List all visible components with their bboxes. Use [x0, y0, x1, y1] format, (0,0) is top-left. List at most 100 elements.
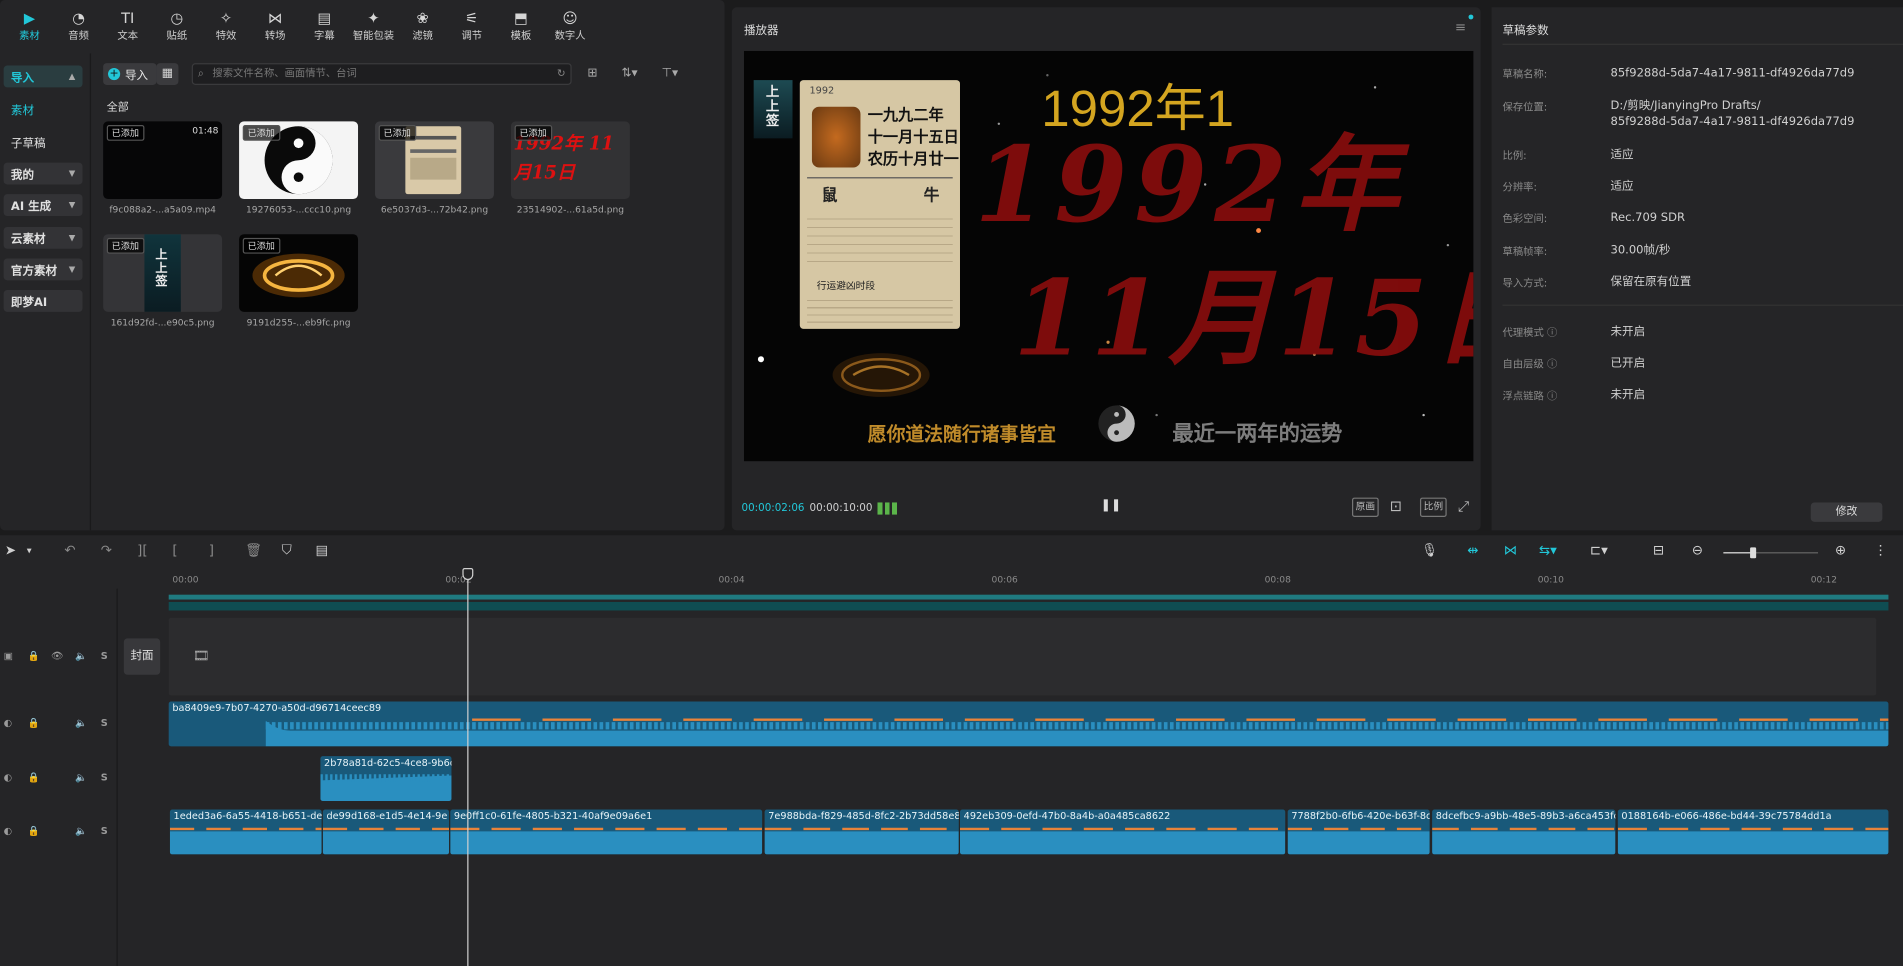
zoom-out-icon[interactable]: ⊖	[1692, 543, 1703, 559]
sidebar-item-material[interactable]: 素材	[4, 98, 83, 120]
media-item[interactable]: 已添加 01:48 f9c088a2-...a5a09.mp4	[103, 121, 223, 215]
trim-right-icon[interactable]: ]	[209, 543, 214, 559]
time-ruler[interactable]: 00:00 00:02 00:04 00:06 00:08 00:10 00:1…	[169, 569, 1903, 588]
audio-clip[interactable]: 9e0ff1c0-61fe-4805-b321-40af9e09a6e1	[450, 809, 763, 855]
sidebar-item-cloud[interactable]: 云素材 ▼	[3, 226, 83, 249]
delete-icon[interactable]: 🗑	[245, 543, 262, 559]
audio-clip[interactable]: 1eded3a6-6a55-4418-b651-de	[169, 809, 322, 855]
info-icon[interactable]: ⓘ	[1547, 328, 1557, 340]
volume-icon[interactable]: 🔈	[75, 772, 87, 783]
grid-view-button[interactable]: ▦	[156, 63, 179, 85]
volume-icon[interactable]: 🔈	[75, 717, 87, 728]
fit-icon[interactable]: ⊟	[1653, 543, 1664, 559]
sort-icon[interactable]: ⇅▾	[621, 63, 637, 85]
audio-clip[interactable]: de99d168-e1d5-4e14-9e	[322, 809, 450, 855]
param-label: 草稿帧率:	[1502, 246, 1548, 259]
lock-icon[interactable]: 🔒	[28, 825, 40, 836]
eye-icon[interactable]: 👁	[51, 651, 63, 662]
playhead-handle[interactable]	[462, 567, 474, 581]
tab-effects[interactable]: ✧ 特效	[201, 0, 250, 51]
split-icon[interactable]: ][	[137, 543, 147, 559]
zoom-slider[interactable]	[1723, 547, 1819, 559]
media-item[interactable]: 已添加 19276053-...ccc10.png	[239, 121, 359, 215]
audio-clip[interactable]: 7e988bda-f829-485d-8fc2-2b73dd58e8	[764, 809, 959, 855]
sidebar-item-jimeng[interactable]: 即梦AI	[3, 290, 83, 312]
tab-media[interactable]: ▶ 素材	[5, 0, 54, 51]
zoom-in-icon[interactable]: ⊕	[1835, 543, 1846, 559]
tab-filter[interactable]: ❀ 滤镜	[398, 0, 447, 51]
pause-button[interactable]: ❚❚	[1101, 499, 1121, 512]
caption-icon[interactable]: ▤	[316, 543, 329, 559]
link-icon[interactable]: ⇹	[1467, 543, 1478, 559]
modify-button[interactable]: 修改	[1810, 502, 1883, 522]
snap-icon[interactable]: ⋈	[1504, 543, 1517, 559]
audio-clip[interactable]: ba8409e9-7b07-4270-a50d-d96714ceec89	[168, 701, 1889, 747]
more-icon[interactable]: ⋮	[1874, 543, 1887, 559]
undo-icon[interactable]: ↶	[64, 543, 75, 559]
media-item[interactable]: 1992年 11月15日 已添加 23514902-...61a5d.png	[510, 121, 630, 215]
import-button[interactable]: + 导入	[103, 63, 157, 85]
zoom-slider-handle[interactable]	[1750, 547, 1757, 559]
solo-button[interactable]: S	[101, 772, 108, 783]
fullscreen-icon[interactable]: ⤢	[1458, 498, 1470, 516]
tab-sticker[interactable]: ◷ 贴纸	[152, 0, 201, 51]
tab-adjust[interactable]: ⚟ 调节	[447, 0, 496, 51]
volume-icon[interactable]: 🔈	[75, 825, 87, 836]
param-label: 导入方式:	[1502, 277, 1548, 291]
subtitle-right: 最近一两年的运势	[1172, 422, 1343, 447]
filter-sort-icon[interactable]: ⊤▾	[661, 63, 678, 85]
microphone-icon[interactable]: 🎙	[1421, 543, 1438, 559]
solo-button[interactable]: S	[101, 717, 108, 728]
info-icon[interactable]: ⓘ	[1547, 391, 1557, 403]
notification-dot	[1468, 14, 1474, 20]
lock-icon[interactable]: 🔒	[28, 651, 40, 662]
sidebar-item-official[interactable]: 官方素材 ▼	[3, 258, 83, 281]
audio-track-icon: ◐	[3, 771, 13, 783]
audio-clip[interactable]: 2b78a81d-62c5-4ce8-9b6d	[320, 756, 452, 802]
sidebar-item-subdraft[interactable]: 子草稿	[4, 131, 83, 153]
tab-transition[interactable]: ⋈ 转场	[251, 0, 300, 51]
lock-icon[interactable]: 🔒	[28, 717, 40, 728]
view-mode-icon[interactable]: ⊞	[587, 63, 597, 85]
tab-audio[interactable]: ◔ 音频	[54, 0, 103, 51]
marker-icon[interactable]: ⛉	[282, 543, 292, 560]
volume-icon[interactable]: 🔈	[75, 651, 87, 662]
sidebar-item-import[interactable]: 导入 ▲	[3, 65, 83, 88]
media-item[interactable]: 已添加 9191d255-...eb9fc.png	[239, 234, 359, 328]
tab-template[interactable]: ⬒ 模板	[496, 0, 545, 51]
solo-button[interactable]: S	[101, 651, 108, 662]
media-library: + 导入 ▦ ⌕ 搜索文件名称、画面情节、台词 ↻ ⊞ ⇅▾ ⊤▾ 全部 已添加 …	[97, 53, 722, 530]
info-icon[interactable]: ⓘ	[1547, 359, 1557, 371]
media-item[interactable]: 上上签 已添加 161d92fd-...e90c5.png	[103, 234, 223, 328]
tab-subtitle[interactable]: ▤ 字幕	[300, 0, 349, 51]
playhead[interactable]	[467, 569, 469, 966]
audio-clip[interactable]: 8dcefbc9-a9bb-48e5-89b3-a6ca453fc	[1432, 809, 1616, 855]
ratio-button[interactable]: 比例	[1419, 497, 1447, 518]
video-preview[interactable]: 1992年 11月15日 1992年1 上上签 1992 一九九二年 十一月十五…	[743, 50, 1474, 462]
audio-clip[interactable]: 0188164b-e066-486e-bd44-39c75784dd1a	[1617, 809, 1889, 855]
lock-icon[interactable]: 🔒	[28, 772, 40, 783]
sidebar-item-mine[interactable]: 我的 ▼	[3, 162, 83, 185]
tab-text[interactable]: TI 文本	[103, 0, 152, 51]
chevron-down-icon[interactable]: ▾	[27, 545, 32, 556]
trim-left-icon[interactable]: [	[172, 543, 177, 559]
sidebar-item-ai-gen[interactable]: AI 生成 ▼	[3, 194, 83, 217]
search-input[interactable]: ⌕ 搜索文件名称、画面情节、台词 ↻	[191, 63, 572, 85]
linkage-icon[interactable]: ⊏▾	[1590, 543, 1608, 559]
audio-clip[interactable]: 7788f2b0-6fb6-420e-b63f-8c	[1287, 809, 1430, 855]
preview-axis-icon[interactable]: ⇆▾	[1539, 543, 1557, 559]
redo-icon[interactable]: ↷	[101, 543, 112, 559]
cover-button[interactable]: 封面	[123, 638, 161, 675]
param-label: 保存位置:	[1502, 101, 1548, 115]
original-quality-button[interactable]: 原画	[1352, 497, 1379, 518]
solo-button[interactable]: S	[101, 825, 108, 836]
menu-icon[interactable]: ≡	[1455, 19, 1466, 35]
main-video-track[interactable]: 🎞	[168, 617, 1877, 696]
screenshot-icon[interactable]: ⊡	[1390, 498, 1402, 515]
media-item[interactable]: 已添加 6e5037d3-...72b42.png	[375, 121, 494, 215]
tab-digital-human[interactable]: ☺ 数字人	[546, 0, 595, 51]
tab-smart-pack[interactable]: ✦ 智能包装	[349, 0, 398, 51]
select-tool-icon[interactable]: ➤	[5, 543, 16, 559]
audio-clip[interactable]: 492eb309-0efd-47b0-8a4b-a0a485ca8622	[959, 809, 1286, 855]
param-label: 代理模式 ⓘ	[1502, 327, 1558, 340]
